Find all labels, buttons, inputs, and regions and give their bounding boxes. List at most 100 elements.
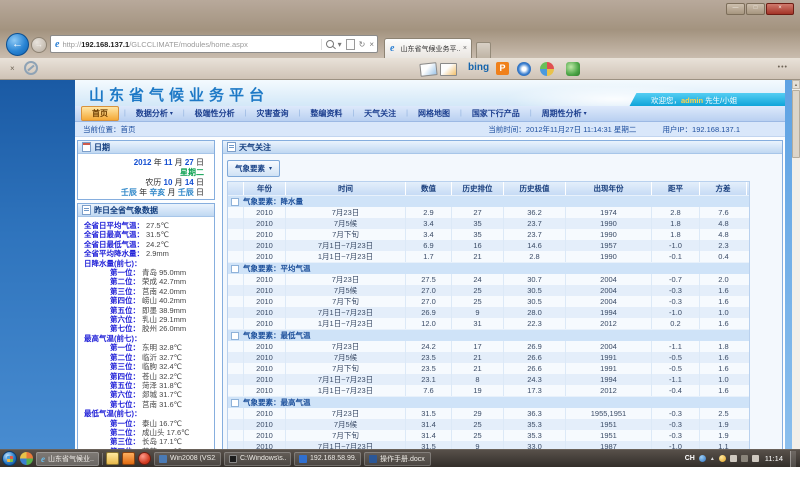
forward-button[interactable]: → <box>31 37 47 53</box>
tray-expand-icon[interactable]: ▲ <box>710 456 715 462</box>
stop-icon[interactable]: × <box>369 40 374 49</box>
tray-volume-icon[interactable] <box>752 455 759 462</box>
pinned-explorer-icon[interactable] <box>106 452 119 465</box>
scroll-up-icon[interactable]: ▲ <box>792 80 800 89</box>
new-tab-button[interactable] <box>476 42 491 59</box>
table-row[interactable]: 20101月1日~7月23日12.03122.320120.21.6 <box>228 318 749 329</box>
nav-item-3[interactable]: 灾害查询 <box>248 107 298 120</box>
vertical-scrollbar[interactable]: ▲ ▲ <box>792 80 800 467</box>
table-row[interactable]: 20101月1日~7月23日1.7212.81990-0.10.4 <box>228 251 749 262</box>
table-cell: 1.6 <box>700 296 747 307</box>
table-cell: 2012 <box>566 318 652 329</box>
table-cell: 1.6 <box>700 385 747 396</box>
taskbar-button-1[interactable]: Win2008 (VS2... <box>154 452 221 466</box>
table-cell: 7月1日~7月23日 <box>286 374 406 385</box>
table-cell: 1.6 <box>700 285 747 296</box>
table-cell: 19 <box>452 385 504 396</box>
taskbar-button-3[interactable]: 192.168.58.99... <box>294 452 361 466</box>
pinned-media-app-icon[interactable] <box>20 452 33 465</box>
expand-checkbox[interactable] <box>231 198 239 206</box>
expand-checkbox[interactable] <box>231 332 239 340</box>
rank-value: 成山头 17.6℃ <box>142 428 190 437</box>
tray-display-icon[interactable] <box>741 455 748 462</box>
start-button[interactable] <box>2 451 17 466</box>
table-row[interactable]: 20107月下旬3.43523.719901.84.8 <box>228 229 749 240</box>
toolbar-community-icon[interactable] <box>566 62 580 76</box>
nav-item-2[interactable]: 极端性分析 <box>186 107 244 120</box>
pinned-app-orange-icon[interactable] <box>122 452 135 465</box>
ime-indicator[interactable]: CH <box>685 455 695 462</box>
table-row[interactable]: 20107月下旬31.42535.31951-0.31.9 <box>228 430 749 441</box>
table-row[interactable]: 20107月23日24.21726.92004-1.11.8 <box>228 341 749 352</box>
table-group-row[interactable]: 气象要素：最高气温 <box>228 396 749 408</box>
address-bar[interactable]: e http://192.168.137.1/GLCCLIMATE/module… <box>50 35 378 53</box>
toolbar-media-icon[interactable] <box>517 62 531 76</box>
column-header: 时间 <box>286 182 406 195</box>
table-row[interactable]: 20107月23日2.92736.219742.87.6 <box>228 207 749 218</box>
document-icon <box>82 205 91 215</box>
table-cell: 21 <box>452 251 504 262</box>
toolbar-card-icon-1[interactable] <box>419 62 437 77</box>
bing-logo[interactable]: bing <box>468 62 489 73</box>
toolbar-palette-icon[interactable] <box>540 62 554 76</box>
table-row[interactable]: 20107月1日~7月23日26.9928.01994-1.01.0 <box>228 307 749 318</box>
search-dropdown-icon[interactable]: ▾ <box>338 40 342 49</box>
table-cell: 6.9 <box>406 240 452 251</box>
taskbar-button-4[interactable]: 操作手册.docx ... <box>364 452 431 466</box>
toolbar-card-icon-2[interactable] <box>440 63 457 76</box>
back-button[interactable]: ← <box>6 33 29 56</box>
table-row[interactable]: 20107月下旬27.02530.52004-0.31.6 <box>228 296 749 307</box>
toolbar-close-icon[interactable]: × <box>10 64 15 73</box>
pinned-browser-icon[interactable] <box>138 452 151 465</box>
table-row[interactable]: 20101月1日~7月23日7.61917.32012-0.41.6 <box>228 385 749 396</box>
nav-item-6[interactable]: 网格地图 <box>409 107 459 120</box>
table-row[interactable]: 20107月1日~7月23日23.1824.31994-1.11.0 <box>228 374 749 385</box>
taskbar-button-ie[interactable]: e山东省气候业... <box>36 452 99 466</box>
taskbar-button-2[interactable]: C:\Windows\s... <box>224 452 291 466</box>
show-desktop-button[interactable] <box>790 451 796 467</box>
nav-item-4[interactable]: 整编资料 <box>301 107 351 120</box>
maximize-button[interactable]: □ <box>746 3 765 15</box>
table-group-row[interactable]: 气象要素：降水量 <box>228 195 749 207</box>
table-cell: 7月23日 <box>286 274 406 285</box>
table-row[interactable]: 20107月5候3.43523.719901.84.8 <box>228 218 749 229</box>
expand-checkbox[interactable] <box>231 265 239 273</box>
compatibility-view-icon[interactable] <box>346 39 355 50</box>
chevron-down-icon: ▾ <box>584 110 587 117</box>
table-group-row[interactable]: 气象要素：平均气温 <box>228 262 749 274</box>
tab-close-icon[interactable]: × <box>463 45 467 52</box>
table-row[interactable]: 20107月下旬23.52126.61991-0.51.6 <box>228 363 749 374</box>
browser-tab[interactable]: e 山东省气候业务平... × <box>384 38 472 58</box>
nav-item-7[interactable]: 国家下行产品 <box>463 107 529 120</box>
nav-item-0[interactable]: 首页 <box>81 106 119 121</box>
expand-checkbox[interactable] <box>231 399 239 407</box>
minimize-button[interactable]: — <box>726 3 745 15</box>
table-cell: 2004 <box>566 274 652 285</box>
element-filter-button[interactable]: 气象要素 ▾ <box>227 160 280 177</box>
tray-security-icon[interactable] <box>719 455 726 462</box>
table-cell: 7月23日 <box>286 341 406 352</box>
table-row[interactable]: 20107月5候23.52126.61991-0.51.6 <box>228 352 749 363</box>
nav-separator: | <box>530 110 532 117</box>
table-group-row[interactable]: 气象要素：最低气温 <box>228 329 749 341</box>
table-row[interactable]: 20107月1日~7月23日6.91614.61957-1.02.3 <box>228 240 749 251</box>
nav-item-8[interactable]: 周期性分析▾ <box>533 107 596 120</box>
scrollbar-thumb[interactable] <box>792 90 800 158</box>
search-icon[interactable] <box>326 40 334 48</box>
close-button[interactable]: × <box>766 3 794 15</box>
toolbar-overflow-icon[interactable]: ••• <box>778 64 788 71</box>
tray-flag-icon[interactable] <box>730 455 737 462</box>
table-row[interactable]: 20107月23日27.52430.72004-0.72.0 <box>228 274 749 285</box>
table-cell: 22.3 <box>504 318 566 329</box>
group-label: 气象要素：平均气温 <box>243 263 311 274</box>
table-row[interactable]: 20107月23日31.52936.31955,1951-0.32.5 <box>228 408 749 419</box>
nav-item-5[interactable]: 天气关注 <box>355 107 405 120</box>
table-row[interactable]: 20107月5候31.42535.31951-0.31.9 <box>228 419 749 430</box>
table-row[interactable]: 20107月5候27.02530.52004-0.31.6 <box>228 285 749 296</box>
bing-box-icon[interactable]: P <box>496 62 509 75</box>
blocked-addon-icon[interactable] <box>24 61 38 75</box>
tray-network-icon[interactable] <box>699 455 706 462</box>
refresh-icon[interactable]: ↻ <box>359 40 366 49</box>
taskbar-clock[interactable]: 11:14 <box>765 454 783 463</box>
nav-item-1[interactable]: 数据分析▾ <box>127 107 182 120</box>
